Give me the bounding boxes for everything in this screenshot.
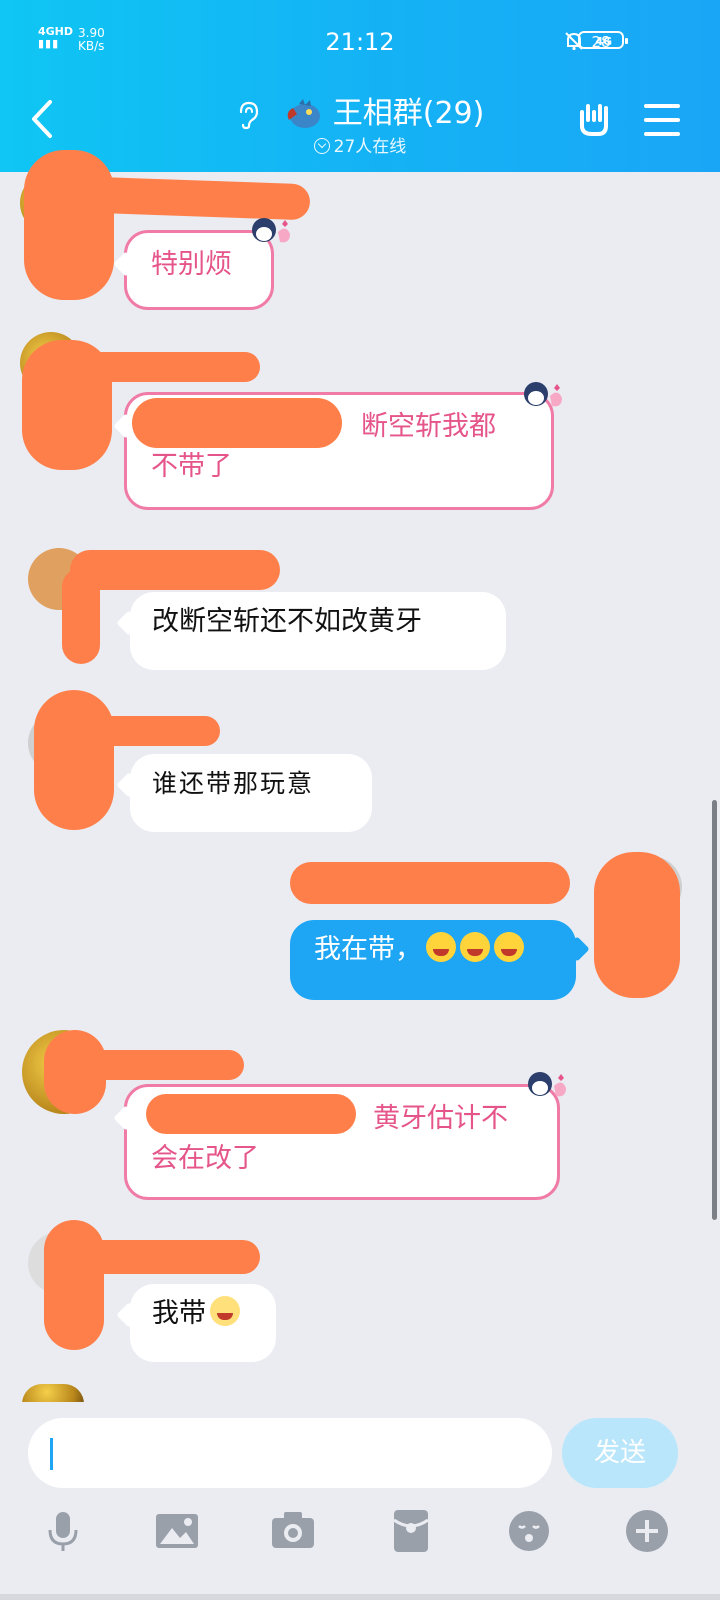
ear-icon: [239, 101, 258, 129]
message-text: 特别烦: [151, 249, 232, 280]
menu-icon[interactable]: [644, 104, 680, 136]
message-text: 改断空斩还不如改黄牙: [152, 606, 422, 637]
message-text: 不带了: [151, 451, 232, 482]
menu-line: [644, 104, 680, 108]
red-packet-icon[interactable]: [388, 1508, 434, 1554]
online-text: 27人在线: [333, 137, 407, 157]
input-bar: 发送: [0, 1402, 720, 1600]
image-icon[interactable]: [154, 1508, 200, 1554]
bottom-panel-edge: [0, 1594, 720, 1600]
text-caret: [50, 1438, 53, 1470]
smirk-emoji-icon: [210, 1296, 240, 1326]
my-message-bubble[interactable]: 我在带，: [290, 920, 576, 1000]
message-input[interactable]: [28, 1418, 552, 1488]
send-button[interactable]: 发送: [562, 1418, 678, 1488]
message-bubble[interactable]: 改断空斩还不如改黄牙: [130, 592, 506, 670]
message-bubble[interactable]: 谁还带那玩意: [130, 754, 372, 832]
menu-line: [644, 132, 680, 136]
plus-icon[interactable]: [624, 1508, 670, 1554]
redaction: [34, 690, 114, 830]
message-bubble[interactable]: 我带: [130, 1284, 276, 1362]
redaction: [132, 398, 342, 448]
avatar[interactable]: [22, 1384, 84, 1404]
message-text: 谁还带那玩意: [152, 769, 315, 798]
mascot-decoration-icon: [528, 1072, 566, 1097]
group-name: 王相群(29): [332, 96, 485, 131]
menu-line: [644, 118, 680, 122]
redaction: [62, 568, 100, 664]
redaction: [70, 550, 280, 590]
redaction: [594, 852, 680, 998]
emoji-icon[interactable]: [506, 1508, 552, 1554]
scrollbar[interactable]: [712, 800, 717, 1220]
hand-icon[interactable]: [574, 98, 614, 138]
battery-indicator: 28: [578, 31, 628, 51]
redaction: [70, 1050, 244, 1080]
redaction: [146, 1094, 356, 1134]
redaction: [70, 1240, 260, 1274]
laugh-emoji-icon: [460, 932, 490, 962]
chat-header: 4GHD ▮▮▮ 3.90 KB/s 21:12 4G 28 王相群(29) 2…: [0, 0, 720, 172]
mascot-decoration-icon: [252, 218, 290, 243]
chevron-down-icon: [313, 138, 330, 154]
mascot-decoration-icon: [524, 382, 562, 407]
message-text: 我带: [152, 1298, 206, 1329]
redaction: [290, 862, 570, 904]
message-text: 会在改了: [151, 1143, 259, 1174]
redaction: [70, 716, 220, 746]
redaction: [24, 150, 114, 300]
message-text: 我在带，: [314, 934, 422, 965]
laugh-emoji-icon: [426, 932, 456, 962]
dragon-icon: [287, 98, 321, 128]
laugh-emoji-icon: [494, 932, 524, 962]
camera-icon[interactable]: [270, 1508, 316, 1554]
voice-icon[interactable]: [40, 1508, 86, 1554]
redaction: [60, 352, 260, 382]
